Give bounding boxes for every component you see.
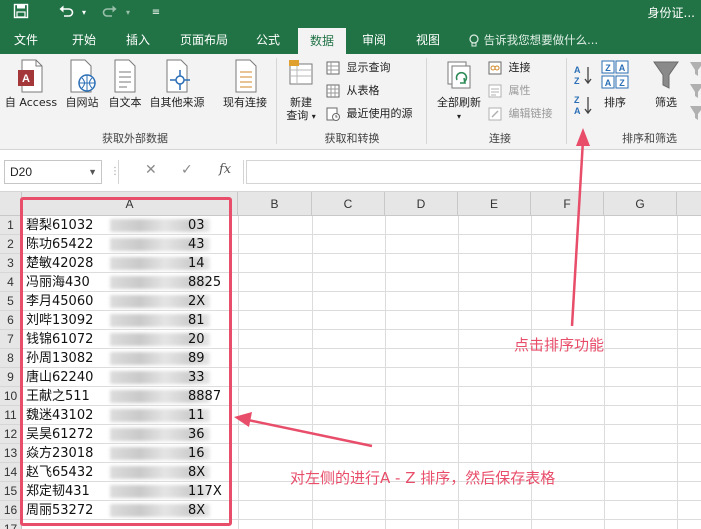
annotation-left-tip: 对左侧的进行A - Z 排序，然后保存表格 bbox=[290, 469, 556, 487]
arrow-to-sort-icon bbox=[570, 128, 590, 327]
annotation-sort-tip: 点击排序功能 bbox=[514, 336, 605, 354]
arrow-to-column-a bbox=[234, 412, 373, 448]
annotation-arrows bbox=[234, 128, 590, 448]
